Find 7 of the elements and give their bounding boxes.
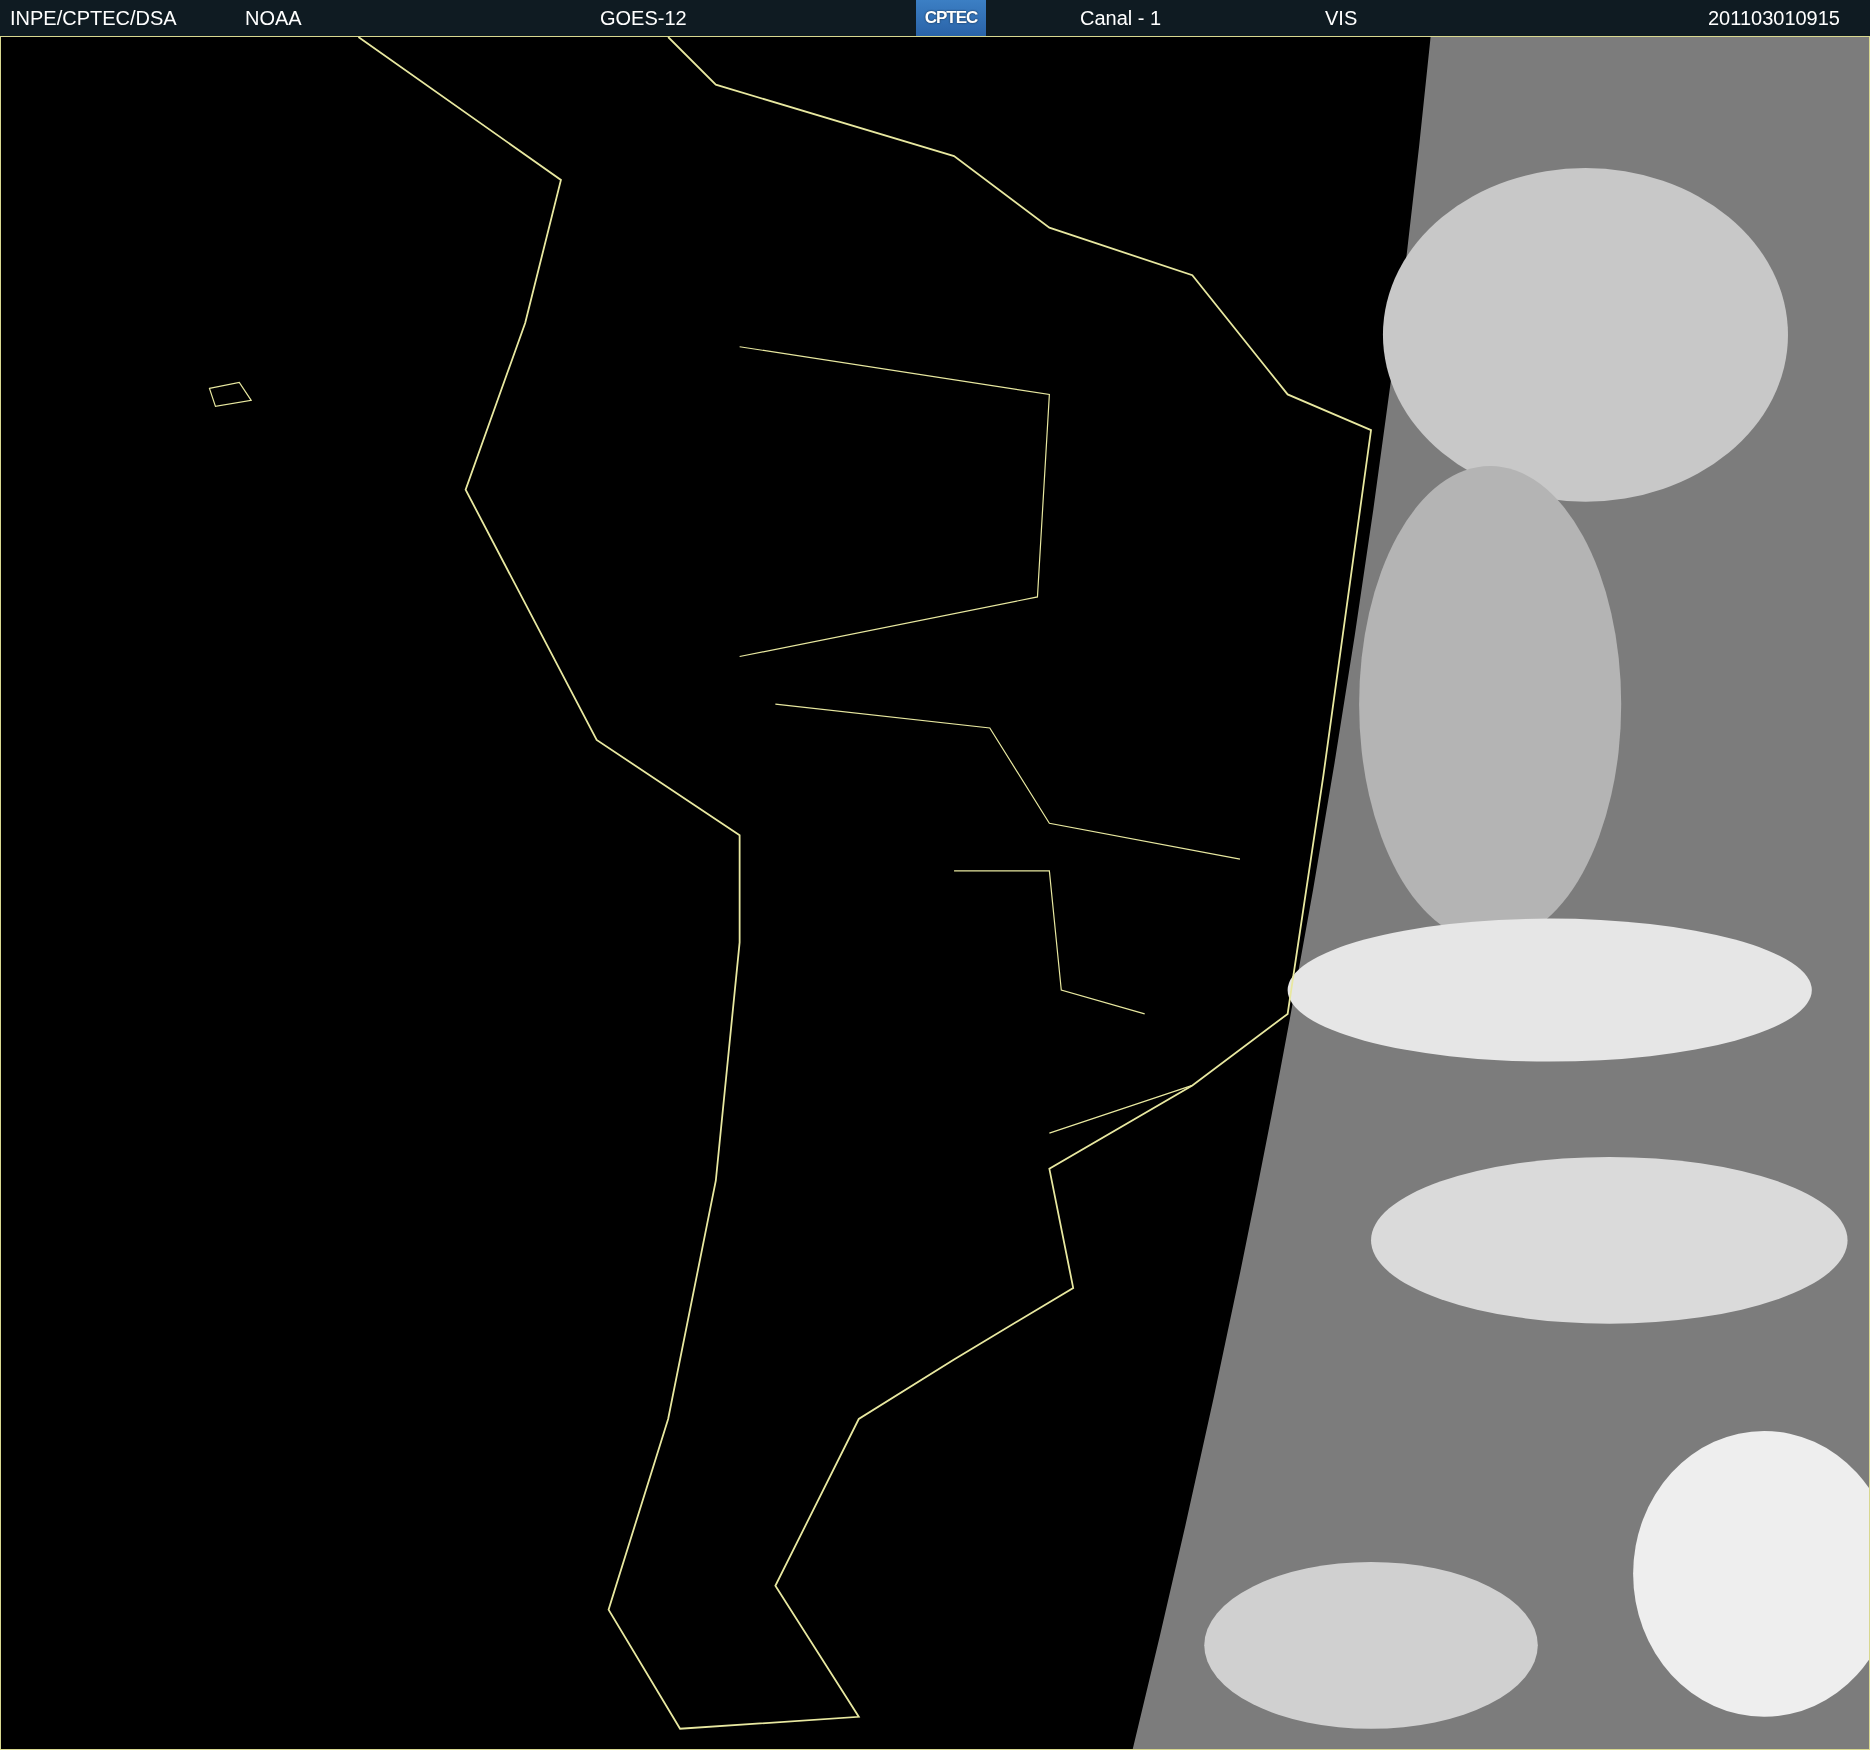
header-label: NOAA	[245, 6, 303, 30]
header-label: INPE/CPTEC/DSA	[10, 6, 178, 30]
header-label: 201103010915	[1708, 6, 1840, 30]
logo: CPTEC	[916, 0, 986, 36]
header-label: Canal - 1	[1080, 6, 1163, 30]
header-label: VIS	[1325, 6, 1359, 30]
header-label: GOES-12	[600, 6, 688, 30]
